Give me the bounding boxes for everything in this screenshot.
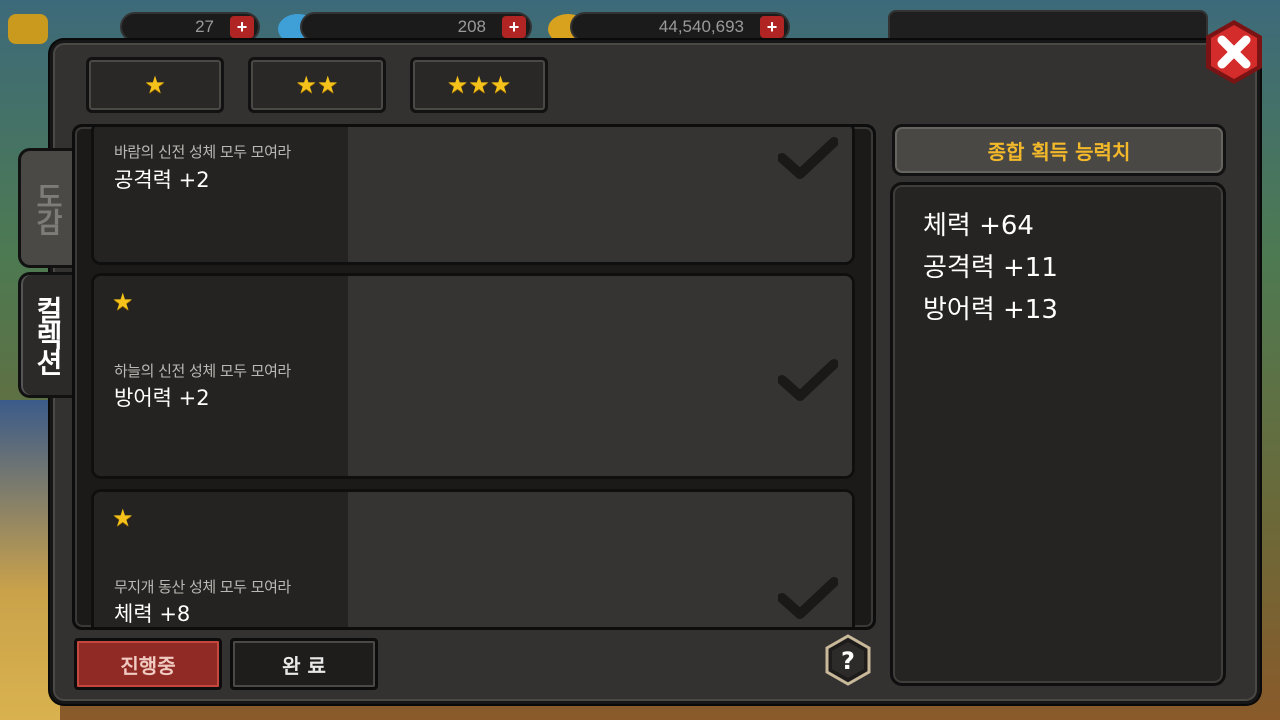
summary-title: 종합 획득 능력치 bbox=[892, 124, 1226, 176]
gold-plus-button[interactable]: + bbox=[760, 16, 784, 38]
star-icon: ★ bbox=[112, 504, 134, 532]
gem-icon bbox=[8, 14, 48, 44]
complete-button[interactable]: 완 료 bbox=[230, 638, 378, 690]
item2-plus-button[interactable]: + bbox=[502, 16, 526, 38]
hud-menu-bar bbox=[888, 10, 1208, 44]
checkmark-icon bbox=[778, 577, 838, 619]
item1-value: 27 bbox=[195, 17, 214, 36]
tab-two-star[interactable]: ★★ bbox=[248, 57, 386, 113]
star-icon: ★★★ bbox=[446, 71, 512, 99]
card-stat: 방어력 +2 bbox=[114, 386, 210, 410]
card-description: 바람의 신전 성체 모두 모여라 bbox=[114, 143, 291, 161]
star-icon: ★ bbox=[112, 288, 134, 316]
card-description: 하늘의 신전 성체 모두 모여라 bbox=[114, 362, 291, 380]
item1-plus-button[interactable]: + bbox=[230, 16, 254, 38]
checkmark-icon bbox=[778, 359, 838, 401]
item1-counter: 27 + bbox=[120, 12, 260, 42]
star-icon: ★★ bbox=[295, 71, 339, 99]
item2-counter: 208 + bbox=[300, 12, 532, 42]
summary-stat-defense: 방어력 +13 bbox=[923, 295, 1058, 325]
collection-card[interactable]: ★ 하늘의 신전 성체 모두 모여라 방어력 +2 bbox=[91, 273, 855, 479]
tab-three-star[interactable]: ★★★ bbox=[410, 57, 548, 113]
collection-card[interactable]: 바람의 신전 성체 모두 모여라 공격력 +2 bbox=[91, 127, 855, 265]
summary-box: 체력 +64 공격력 +11 방어력 +13 bbox=[890, 182, 1226, 686]
gold-value: 44,540,693 bbox=[658, 17, 744, 36]
star-icon: ★ bbox=[144, 71, 166, 99]
close-icon[interactable] bbox=[1200, 18, 1268, 86]
tab-dogam[interactable]: 도감 bbox=[18, 148, 74, 268]
collection-list[interactable]: 바람의 신전 성체 모두 모여라 공격력 +2 ★ 하늘의 신전 성체 모두 모… bbox=[72, 124, 876, 630]
tab-collection[interactable]: 컬렉션 bbox=[18, 272, 74, 398]
help-label: ? bbox=[841, 647, 855, 675]
card-stat: 공격력 +2 bbox=[114, 168, 210, 192]
gold-counter: 44,540,693 + bbox=[570, 12, 790, 42]
summary-stat-attack: 공격력 +11 bbox=[923, 253, 1058, 283]
help-button[interactable]: ? bbox=[822, 634, 874, 686]
item2-value: 208 bbox=[457, 17, 486, 36]
checkmark-icon bbox=[778, 137, 838, 179]
top-hud: 27 + 208 + 44,540,693 + bbox=[0, 0, 1280, 44]
card-stat: 체력 +8 bbox=[114, 602, 191, 626]
in-progress-button[interactable]: 진행중 bbox=[74, 638, 222, 690]
collection-card[interactable]: ★ 무지개 동산 성체 모두 모여라 체력 +8 bbox=[91, 489, 855, 627]
tab-one-star[interactable]: ★ bbox=[86, 57, 224, 113]
summary-stat-hp: 체력 +64 bbox=[923, 211, 1034, 241]
card-description: 무지개 동산 성체 모두 모여라 bbox=[114, 578, 291, 596]
